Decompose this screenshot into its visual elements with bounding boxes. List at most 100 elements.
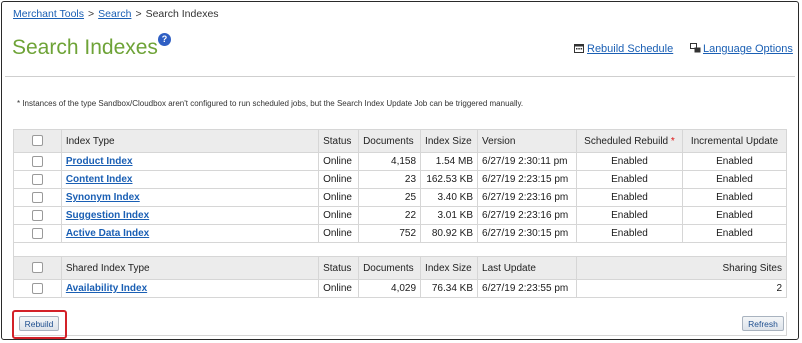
documents-cell: 4,029	[358, 279, 422, 298]
shared-select-all-cell	[13, 256, 62, 280]
calendar-icon	[574, 43, 584, 53]
row-checkbox-cell	[13, 152, 62, 171]
language-options-link-wrap: Language Options	[690, 43, 793, 55]
row-checkbox[interactable]	[31, 227, 43, 239]
status-cell: Online	[318, 170, 360, 189]
refresh-button[interactable]: Refresh	[742, 316, 784, 331]
scheduled-cell: Enabled	[576, 224, 683, 243]
index-link[interactable]: Content Index	[66, 174, 133, 185]
row-checkbox-cell	[13, 170, 62, 189]
status-cell: Online	[318, 206, 360, 225]
col-shared-status[interactable]: Status	[318, 256, 360, 280]
version-cell: 6/27/19 2:23:15 pm	[477, 170, 577, 189]
col-documents[interactable]: Documents	[358, 129, 422, 153]
incremental-cell: Enabled	[681, 224, 788, 243]
scheduled-cell: Enabled	[576, 188, 683, 207]
col-shared-documents[interactable]: Documents	[358, 256, 422, 280]
row-checkbox-cell	[13, 279, 62, 298]
breadcrumb: Merchant Tools > Search > Search Indexes	[13, 8, 219, 20]
col-index-size[interactable]: Index Size	[420, 129, 479, 153]
language-icon	[690, 43, 701, 53]
index-name-cell: Content Index	[60, 170, 320, 189]
col-scheduled-rebuild-label: Scheduled Rebuild	[584, 135, 669, 147]
scheduled-cell: Enabled	[576, 170, 683, 189]
last-update-cell: 6/27/19 2:23:55 pm	[477, 279, 577, 298]
rebuild-schedule-link[interactable]: Rebuild Schedule	[587, 43, 673, 55]
size-cell: 80.92 KB	[420, 224, 479, 243]
size-cell: 1.54 MB	[420, 152, 479, 171]
scheduled-cell: Enabled	[576, 152, 683, 171]
shared-header-row: Shared Index Type Status Documents Index…	[13, 256, 787, 280]
sharing-sites-cell: 2	[576, 279, 787, 298]
documents-cell: 25	[358, 188, 422, 207]
col-version[interactable]: Version	[477, 129, 577, 153]
col-shared-index-size[interactable]: Index Size	[420, 256, 479, 280]
status-cell: Online	[318, 224, 360, 243]
documents-cell: 23	[358, 170, 422, 189]
documents-cell: 4,158	[358, 152, 422, 171]
col-status[interactable]: Status	[318, 129, 360, 153]
index-link[interactable]: Availability Index	[66, 283, 147, 294]
col-scheduled-rebuild[interactable]: Scheduled Rebuild *	[576, 129, 683, 153]
spacer-cell	[682, 242, 788, 257]
table-footer-bar	[13, 312, 787, 336]
shared-select-all-checkbox[interactable]	[31, 262, 43, 274]
version-cell: 6/27/19 2:23:16 pm	[477, 188, 577, 207]
incremental-cell: Enabled	[681, 206, 788, 225]
row-checkbox[interactable]	[31, 173, 43, 185]
status-cell: Online	[318, 188, 360, 207]
rebuild-highlight-box	[12, 310, 67, 339]
index-link[interactable]: Suggestion Index	[66, 210, 149, 221]
breadcrumb-current: Search Indexes	[145, 8, 219, 20]
table-row: Suggestion Index Online 22 3.01 KB 6/27/…	[13, 206, 788, 225]
size-cell: 3.40 KB	[420, 188, 479, 207]
col-incremental-update[interactable]: Incremental Update	[681, 129, 788, 153]
scheduled-cell: Enabled	[576, 206, 683, 225]
index-link[interactable]: Active Data Index	[66, 228, 149, 239]
index-link[interactable]: Product Index	[66, 156, 133, 167]
rebuild-schedule-link-wrap: Rebuild Schedule	[574, 43, 673, 55]
index-name-cell: Active Data Index	[60, 224, 320, 243]
incremental-cell: Enabled	[681, 170, 788, 189]
size-cell: 3.01 KB	[420, 206, 479, 225]
index-name-cell: Suggestion Index	[60, 206, 320, 225]
col-sharing-sites[interactable]: Sharing Sites	[576, 256, 787, 280]
header-divider	[5, 76, 795, 77]
row-checkbox[interactable]	[31, 282, 43, 294]
col-last-update[interactable]: Last Update	[477, 256, 577, 280]
incremental-cell: Enabled	[681, 188, 788, 207]
language-options-link[interactable]: Language Options	[703, 43, 793, 55]
table-row: Availability Index Online 4,029 76.34 KB…	[13, 279, 787, 298]
required-marker: *	[670, 135, 675, 147]
help-icon[interactable]: ?	[158, 33, 171, 46]
index-name-cell: Synonym Index	[60, 188, 320, 207]
status-cell: Online	[318, 152, 360, 171]
select-all-checkbox[interactable]	[31, 135, 43, 147]
incremental-cell: Enabled	[681, 152, 788, 171]
table-row: Product Index Online 4,158 1.54 MB 6/27/…	[13, 152, 788, 171]
sandbox-note: * Instances of the type Sandbox/Cloudbox…	[17, 99, 524, 108]
page-title: Search Indexes	[12, 36, 158, 59]
row-checkbox[interactable]	[31, 209, 43, 221]
spacer-cell	[12, 242, 421, 257]
search-indexes-table: Index Type Status Documents Index Size V…	[12, 129, 788, 298]
breadcrumb-separator: >	[88, 8, 95, 20]
breadcrumb-search[interactable]: Search	[98, 8, 131, 20]
col-index-type[interactable]: Index Type	[60, 129, 320, 153]
status-cell: Online	[318, 279, 360, 298]
breadcrumb-separator: >	[135, 8, 142, 20]
row-checkbox-cell	[13, 224, 62, 243]
version-cell: 6/27/19 2:30:11 pm	[477, 152, 577, 171]
documents-cell: 22	[358, 206, 422, 225]
table-spacer	[12, 242, 788, 257]
documents-cell: 752	[358, 224, 422, 243]
version-cell: 6/27/19 2:30:15 pm	[477, 224, 577, 243]
index-link[interactable]: Synonym Index	[66, 192, 140, 203]
spacer-cell	[420, 242, 683, 257]
table-row: Synonym Index Online 25 3.40 KB 6/27/19 …	[13, 188, 788, 207]
col-shared-index-type[interactable]: Shared Index Type	[60, 256, 320, 280]
row-checkbox[interactable]	[31, 155, 43, 167]
table-row: Content Index Online 23 162.53 KB 6/27/1…	[13, 170, 788, 189]
breadcrumb-merchant-tools[interactable]: Merchant Tools	[13, 8, 84, 20]
row-checkbox[interactable]	[31, 191, 43, 203]
